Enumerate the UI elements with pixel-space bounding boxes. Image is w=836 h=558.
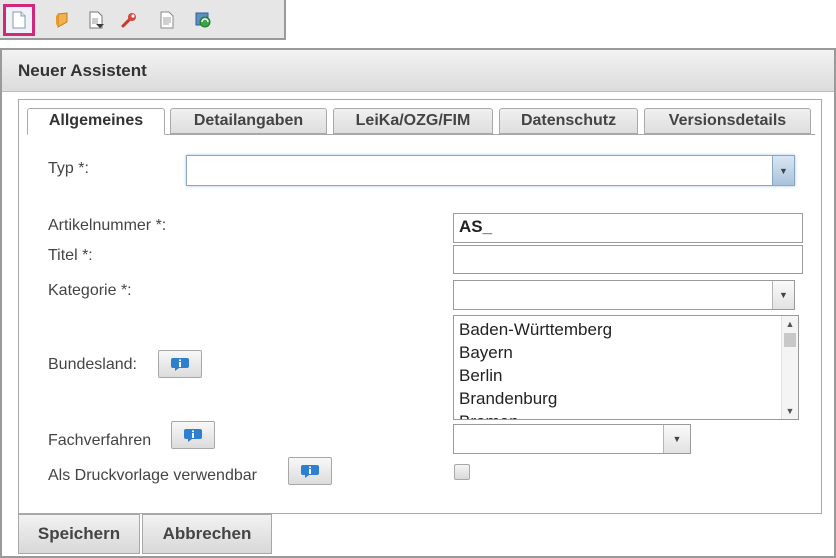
- shield-icon: [56, 12, 68, 28]
- info-icon: [301, 465, 319, 478]
- tab-datenschutz[interactable]: Datenschutz: [499, 108, 638, 134]
- toolbar: [0, 0, 286, 40]
- titel-label: Titel *:: [48, 247, 93, 264]
- tab-bar: Allgemeines Detailangaben LeiKa/OZG/FIM …: [27, 108, 815, 135]
- shield-button[interactable]: [47, 4, 79, 36]
- tab-leika-ozg-fim[interactable]: LeiKa/OZG/FIM: [333, 108, 493, 134]
- import-document-icon: [89, 11, 104, 29]
- list-item[interactable]: Bremen: [459, 412, 519, 419]
- settings-button[interactable]: [113, 4, 145, 36]
- chevron-down-icon: ▼: [779, 165, 788, 176]
- list-item[interactable]: Brandenburg: [459, 389, 557, 409]
- tab-allgemeines[interactable]: Allgemeines: [27, 108, 165, 135]
- kategorie-dropdown-button[interactable]: ▼: [772, 281, 794, 309]
- refresh-button[interactable]: [187, 4, 219, 36]
- bundesland-info-button[interactable]: [158, 350, 202, 378]
- chevron-down-icon: ▼: [672, 434, 682, 444]
- chevron-down-icon: ▼: [779, 290, 788, 300]
- fachverfahren-select[interactable]: ▼: [453, 424, 691, 454]
- fachverfahren-dropdown-button[interactable]: ▼: [663, 425, 690, 453]
- new-document-icon: [12, 11, 26, 29]
- typ-select[interactable]: ▼: [186, 155, 795, 186]
- tab-detailangaben[interactable]: Detailangaben: [170, 108, 327, 134]
- save-button[interactable]: Speichern: [18, 514, 140, 554]
- refresh-globe-icon: [195, 12, 211, 28]
- titel-input[interactable]: [453, 245, 803, 274]
- kategorie-select[interactable]: ▼: [453, 280, 795, 310]
- dialog-title: Neuer Assistent: [18, 61, 147, 80]
- fachverfahren-label: Fachverfahren: [48, 432, 152, 449]
- typ-label: Typ *:: [48, 160, 89, 177]
- artikelnummer-input[interactable]: AS_: [453, 213, 803, 243]
- chevron-up-icon[interactable]: ▲: [782, 317, 798, 331]
- form-panel: Allgemeines Detailangaben LeiKa/OZG/FIM …: [18, 99, 822, 514]
- info-icon: [171, 358, 189, 371]
- info-icon: [184, 429, 202, 442]
- new-document-button[interactable]: [3, 4, 35, 36]
- list-item[interactable]: Bayern: [459, 343, 513, 363]
- tab-versionsdetails[interactable]: Versionsdetails: [644, 108, 811, 134]
- listbox-scrollbar[interactable]: ▲ ▼: [781, 316, 798, 419]
- kategorie-label: Kategorie *:: [48, 282, 132, 299]
- druckvorlage-label: Als Druckvorlage verwendbar: [48, 467, 257, 484]
- bundesland-listbox[interactable]: Baden-Württemberg Bayern Berlin Brandenb…: [453, 315, 799, 420]
- artikelnummer-value: AS_: [459, 217, 493, 236]
- import-button[interactable]: [80, 4, 112, 36]
- list-item[interactable]: Baden-Württemberg: [459, 320, 612, 340]
- list-item[interactable]: Berlin: [459, 366, 502, 386]
- fachverfahren-info-button[interactable]: [171, 421, 215, 449]
- typ-dropdown-button[interactable]: ▼: [772, 156, 794, 185]
- druckvorlage-info-button[interactable]: [288, 457, 332, 485]
- druckvorlage-checkbox[interactable]: [454, 464, 470, 480]
- new-assistant-dialog: Neuer Assistent Allgemeines Detailangabe…: [0, 48, 836, 558]
- artikelnummer-label: Artikelnummer *:: [48, 217, 167, 234]
- chevron-down-icon[interactable]: ▼: [782, 404, 798, 418]
- scrollbar-thumb[interactable]: [784, 333, 796, 347]
- text-document-button[interactable]: [151, 4, 183, 36]
- cancel-button[interactable]: Abbrechen: [142, 514, 272, 554]
- dialog-header: Neuer Assistent: [2, 50, 834, 92]
- wrench-icon: [121, 13, 136, 28]
- bundesland-label: Bundesland:: [48, 356, 137, 373]
- text-document-icon: [160, 11, 174, 29]
